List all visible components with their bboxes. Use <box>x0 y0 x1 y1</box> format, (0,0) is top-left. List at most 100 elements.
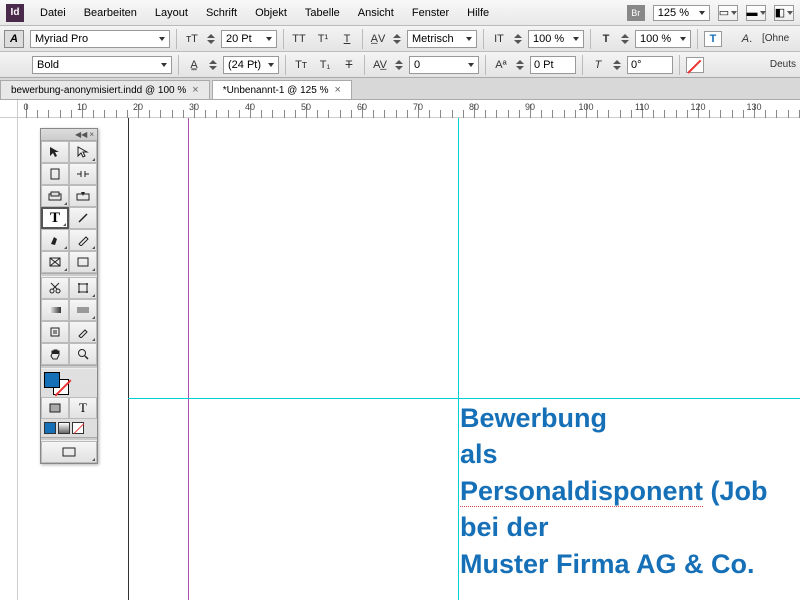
menu-ansicht[interactable]: Ansicht <box>350 3 402 23</box>
text-stroke-icon[interactable] <box>686 57 704 73</box>
canvas[interactable]: Bewerbung als Personaldisponent (Job bei… <box>18 118 800 600</box>
tracking-stepper[interactable] <box>395 60 403 70</box>
page-tool[interactable] <box>41 163 69 185</box>
strikethrough-icon[interactable]: T <box>340 56 358 74</box>
ruler-guide-horizontal[interactable] <box>128 398 800 399</box>
menu-bar: Id Datei Bearbeiten Layout Schrift Objek… <box>0 0 800 26</box>
close-icon[interactable]: × <box>192 84 198 96</box>
fill-stroke-swatch[interactable] <box>41 369 97 397</box>
tools-palette[interactable]: ◀◀× T <box>40 128 98 464</box>
font-style-dropdown[interactable]: Bold <box>32 56 172 74</box>
pen-tool[interactable] <box>41 229 69 251</box>
screen-mode-icon[interactable]: ▬ <box>746 5 766 21</box>
menu-bearbeiten[interactable]: Bearbeiten <box>76 3 145 23</box>
char-style-label: [Ohne <box>762 33 789 44</box>
apply-gradient-icon[interactable] <box>58 422 70 434</box>
font-size-icon: тT <box>183 30 201 48</box>
hscale-icon: T <box>597 30 615 48</box>
line-tool[interactable] <box>69 207 97 229</box>
format-container-icon[interactable] <box>41 397 69 419</box>
menu-tabelle[interactable]: Tabelle <box>297 3 348 23</box>
app-icon: Id <box>6 4 24 22</box>
selection-tool[interactable] <box>41 141 69 163</box>
margin-guide-vertical[interactable] <box>188 118 189 600</box>
content-placer-tool[interactable] <box>69 185 97 207</box>
menu-layout[interactable]: Layout <box>147 3 196 23</box>
font-size-stepper[interactable] <box>207 34 215 44</box>
fill-swatch[interactable] <box>44 372 60 388</box>
menu-objekt[interactable]: Objekt <box>247 3 295 23</box>
text-fill-icon[interactable]: T <box>704 31 722 47</box>
doc-tab-1[interactable]: bewerbung-anonymisiert.indd @ 100 % × <box>0 80 210 99</box>
ruler-vertical[interactable] <box>0 118 18 600</box>
smallcaps-icon[interactable]: Tᴛ <box>292 56 310 74</box>
vscale-icon: IT <box>490 30 508 48</box>
menu-datei[interactable]: Datei <box>32 3 74 23</box>
char-style-icon: A. <box>738 30 756 48</box>
view-mode-icon[interactable]: ▭ <box>718 5 738 21</box>
view-mode-normal[interactable] <box>41 441 97 463</box>
skew-input[interactable]: 0° <box>627 56 673 74</box>
scissors-tool[interactable] <box>41 277 69 299</box>
vscale-stepper[interactable] <box>514 34 522 44</box>
skew-stepper[interactable] <box>613 60 621 70</box>
tracking-dropdown[interactable]: 0 <box>409 56 479 74</box>
rectangle-frame-tool[interactable] <box>41 251 69 273</box>
page-edge <box>128 118 129 600</box>
zoom-tool[interactable] <box>69 343 97 365</box>
direct-selection-tool[interactable] <box>69 141 97 163</box>
apply-color-row <box>41 419 97 437</box>
character-mode-icon[interactable]: A <box>4 30 24 48</box>
superscript-icon[interactable]: T¹ <box>314 30 332 48</box>
allcaps-icon[interactable]: TT <box>290 30 308 48</box>
eyedropper-tool[interactable] <box>69 321 97 343</box>
baseline-stepper[interactable] <box>516 60 524 70</box>
kerning-dropdown[interactable]: Metrisch <box>407 30 477 48</box>
subscript-icon[interactable]: T₁ <box>316 56 334 74</box>
kerning-icon: A̲V <box>369 30 387 48</box>
palette-header[interactable]: ◀◀× <box>41 129 97 141</box>
leading-dropdown[interactable]: (24 Pt) <box>223 56 279 74</box>
note-tool[interactable] <box>41 321 69 343</box>
ruler-guide-vertical[interactable] <box>458 118 459 600</box>
content-collector-tool[interactable] <box>41 185 69 207</box>
zoom-value: 125 % <box>658 7 689 19</box>
leading-stepper[interactable] <box>209 60 217 70</box>
bridge-icon[interactable]: Br <box>627 5 645 21</box>
ruler-origin[interactable] <box>0 100 18 118</box>
text-frame-content[interactable]: Bewerbung als Personaldisponent (Job bei… <box>460 400 800 582</box>
menu-hilfe[interactable]: Hilfe <box>459 3 497 23</box>
kerning-stepper[interactable] <box>393 34 401 44</box>
font-size-dropdown[interactable]: 20 Pt <box>221 30 277 48</box>
format-text-icon[interactable]: T <box>69 397 97 419</box>
font-family-dropdown[interactable]: Myriad Pro <box>30 30 170 48</box>
hscale-dropdown[interactable]: 100 % <box>635 30 691 48</box>
doc-tab-2[interactable]: *Unbenannt-1 @ 125 % × <box>212 80 352 99</box>
baseline-icon: Aª <box>492 56 510 74</box>
rectangle-tool[interactable] <box>69 251 97 273</box>
control-bar-2: Bold A͇ (24 Pt) Tᴛ T₁ T AV̲ 0 Aª 0 Pt T … <box>0 52 800 78</box>
zoom-dropdown[interactable]: 125 % <box>653 5 710 21</box>
tracking-icon: AV̲ <box>371 56 389 74</box>
underline-icon[interactable]: T <box>338 30 356 48</box>
ruler-horizontal[interactable]: 0102030405060708090100110120130140 <box>18 100 800 118</box>
skew-icon: T <box>589 56 607 74</box>
apply-color-icon[interactable] <box>44 422 56 434</box>
hand-tool[interactable] <box>41 343 69 365</box>
pencil-tool[interactable] <box>69 229 97 251</box>
gap-tool[interactable] <box>69 163 97 185</box>
arrange-icon[interactable]: ◧ <box>774 5 794 21</box>
baseline-input[interactable]: 0 Pt <box>530 56 576 74</box>
menu-fenster[interactable]: Fenster <box>404 3 457 23</box>
menu-schrift[interactable]: Schrift <box>198 3 245 23</box>
gradient-feather-tool[interactable] <box>69 299 97 321</box>
hscale-stepper[interactable] <box>621 34 629 44</box>
close-icon[interactable]: × <box>334 84 340 96</box>
control-bar-1: A Myriad Pro тT 20 Pt TT T¹ T A̲V Metris… <box>0 26 800 52</box>
leading-icon: A͇ <box>185 56 203 74</box>
gradient-swatch-tool[interactable] <box>41 299 69 321</box>
free-transform-tool[interactable] <box>69 277 97 299</box>
apply-none-icon[interactable] <box>72 422 84 434</box>
type-tool[interactable]: T <box>41 207 69 229</box>
vscale-dropdown[interactable]: 100 % <box>528 30 584 48</box>
